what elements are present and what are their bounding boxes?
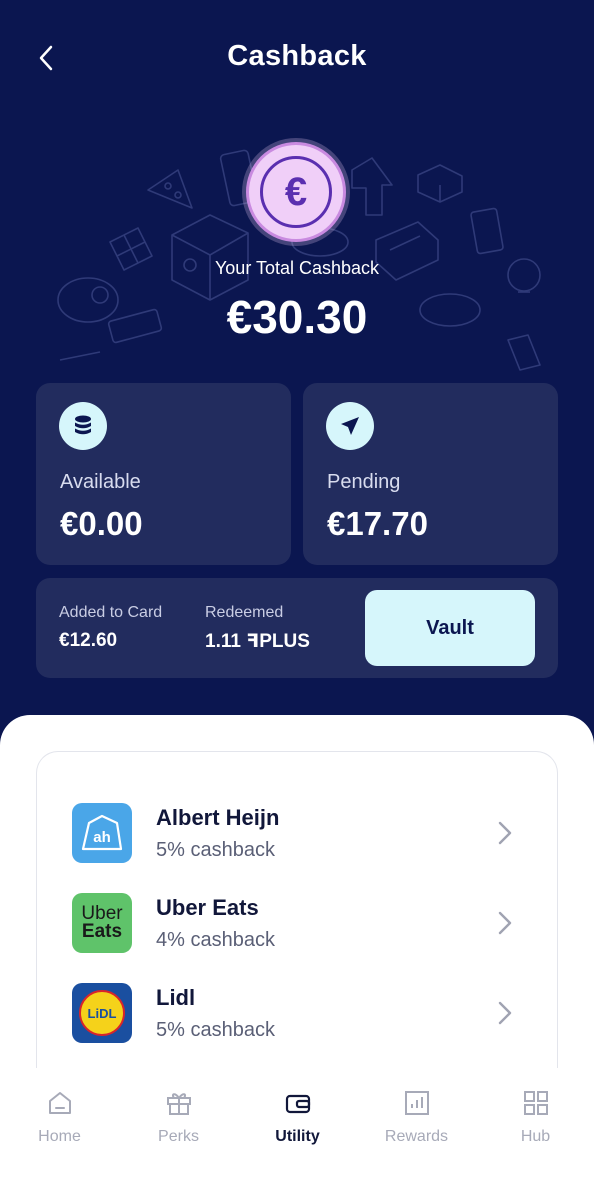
gift-icon [166, 1093, 191, 1115]
app-header: Cashback [0, 0, 594, 115]
total-cashback-value: €30.30 [226, 291, 368, 343]
nav-label: Home [38, 1128, 81, 1145]
chevron-right-icon [498, 911, 512, 935]
bottom-nav: Home Perks Utility Rewards Hub [0, 1068, 594, 1200]
merchant-row-lidl[interactable]: LiDL Lidl 5% cashback [37, 983, 557, 1053]
nav-label: Rewards [384, 1128, 449, 1145]
nav-hub[interactable]: Hub [476, 1088, 594, 1158]
page-title: Cashback [227, 40, 367, 72]
nav-label: Hub [520, 1128, 551, 1145]
pending-value: €17.70 [327, 505, 428, 542]
merchant-row-albert-heijn[interactable]: ah Albert Heijn 5% cashback [37, 803, 557, 873]
uber-eats-logo: Uber Eats [72, 893, 132, 953]
cashback-hero: € Your Total Cashback €30.30 [0, 130, 594, 390]
svg-text:ah: ah [93, 829, 111, 846]
nav-home[interactable]: Home [0, 1088, 119, 1158]
nav-utility[interactable]: Utility [238, 1088, 357, 1158]
home-icon [48, 1092, 71, 1114]
vault-button[interactable]: Vault [365, 590, 535, 666]
grid-icon [523, 1091, 548, 1115]
nav-label: Perks [158, 1128, 199, 1145]
merchant-cashback: 5% cashback [156, 839, 275, 861]
pending-card[interactable]: Pending €17.70 [303, 383, 558, 565]
merchant-row-uber-eats[interactable]: Uber Eats Uber Eats 4% cashback [37, 893, 557, 963]
nav-rewards[interactable]: Rewards [357, 1088, 476, 1158]
merchant-list: ah Albert Heijn 5% cashback Uber Eats Ub… [36, 751, 558, 1091]
summary-card: Added to Card €12.60 Redeemed 1.11 ꟻPLUS… [36, 578, 558, 678]
available-label: Available [60, 471, 141, 493]
nav-label: Utility [275, 1128, 320, 1145]
added-to-card-label: Added to Card [59, 604, 163, 621]
redeemed-value: 1.11 ꟻPLUS [205, 631, 310, 652]
wallet-icon [285, 1094, 310, 1114]
coin-symbol: € [260, 156, 332, 228]
merchant-name: Uber Eats [156, 895, 259, 920]
available-card[interactable]: Available €0.00 [36, 383, 291, 565]
lidl-logo: LiDL [72, 983, 132, 1043]
pending-label: Pending [327, 471, 401, 493]
chart-icon [404, 1091, 429, 1115]
merchant-name: Albert Heijn [156, 805, 280, 830]
nav-perks[interactable]: Perks [119, 1088, 238, 1158]
available-value: €0.00 [60, 505, 143, 542]
euro-coin-icon: € [246, 142, 346, 242]
total-cashback-label: Your Total Cashback [214, 258, 380, 278]
albert-heijn-logo: ah [72, 803, 132, 863]
send-arrow-icon [326, 402, 374, 450]
chevron-right-icon [498, 821, 512, 845]
added-to-card-value: €12.60 [59, 630, 118, 651]
redeemed-label: Redeemed [205, 604, 284, 621]
chevron-right-icon [498, 1001, 512, 1025]
coins-stack-icon [59, 402, 107, 450]
merchant-cashback: 5% cashback [156, 1019, 275, 1041]
merchant-cashback: 4% cashback [156, 929, 275, 951]
merchant-name: Lidl [156, 985, 196, 1010]
